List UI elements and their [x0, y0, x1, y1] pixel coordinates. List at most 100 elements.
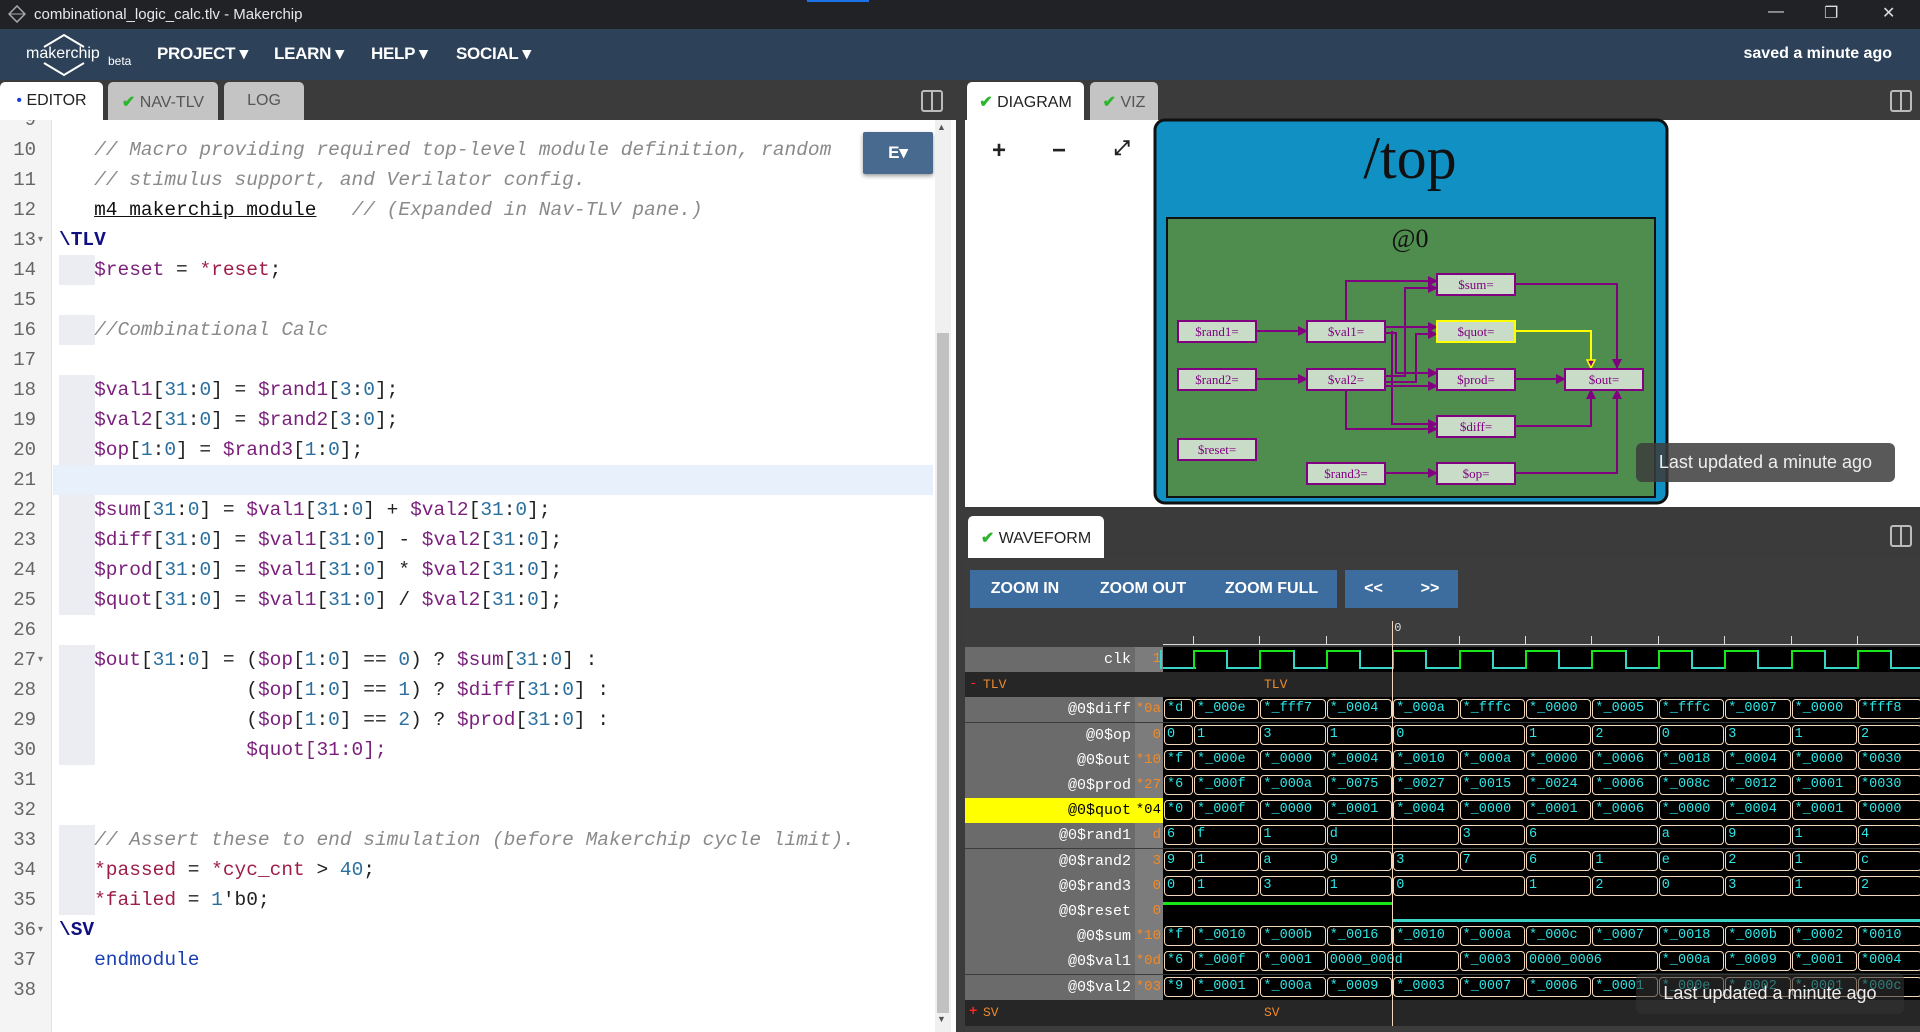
signal-cell[interactable]: *_0000: [1526, 699, 1592, 720]
code-line[interactable]: // stimulus support, and Verilator confi…: [59, 165, 585, 195]
diagram-zoom-out-button[interactable]: −: [1052, 137, 1066, 165]
code-line[interactable]: // Assert these to end simulation (befor…: [59, 825, 855, 855]
signal-label[interactable]: @0$sum: [965, 924, 1135, 950]
signal-label[interactable]: @0$diff: [965, 697, 1135, 723]
code-line[interactable]: ($op[1:0] == 2) ? $prod[31:0] :: [59, 705, 609, 735]
signal-cell[interactable]: *_0002: [1791, 926, 1857, 947]
signal-cell[interactable]: a: [1658, 825, 1725, 846]
signal-cell[interactable]: 2: [1858, 875, 1920, 896]
signal-cell[interactable]: 2: [1725, 850, 1791, 871]
signal-cell[interactable]: *_000e: [1194, 699, 1260, 720]
signal-cell[interactable]: 9: [1164, 850, 1193, 871]
signal-cell[interactable]: 2: [1592, 875, 1658, 896]
tab-nav-tlv[interactable]: ✔ NAV-TLV: [108, 82, 218, 120]
signal-cell[interactable]: c: [1858, 850, 1920, 871]
signal-cell[interactable]: *_0016: [1326, 926, 1393, 947]
code-line[interactable]: \SV: [59, 915, 94, 945]
signal-label[interactable]: @0$prod: [965, 773, 1135, 798]
scroll-right-button[interactable]: >>: [1402, 570, 1458, 608]
signal-cell[interactable]: 0000_0006: [1526, 951, 1658, 972]
signal-cell[interactable]: *_0005: [1592, 699, 1658, 720]
signal-cell[interactable]: 6: [1526, 825, 1658, 846]
signal-cell[interactable]: 3: [1393, 850, 1459, 871]
signal-cell[interactable]: *_0001: [1526, 800, 1592, 821]
signal-cell[interactable]: 0: [1658, 724, 1725, 745]
editor-mode-button[interactable]: E▾: [863, 132, 933, 174]
signal-cell[interactable]: *_0004: [1725, 800, 1791, 821]
signal-cell[interactable]: *_0012: [1725, 775, 1791, 795]
code-line[interactable]: //Combinational Calc: [59, 315, 328, 345]
fold-toggle-icon[interactable]: ▾: [38, 915, 43, 945]
signal-cell[interactable]: *_0001: [1791, 775, 1857, 795]
signal-cell[interactable]: *_000a: [1658, 951, 1725, 972]
code-line[interactable]: $diff[31:0] = $val1[31:0] - $val2[31:0];: [59, 525, 562, 555]
signal-cell[interactable]: *_0004: [1725, 749, 1791, 770]
signal-cell[interactable]: *_0000: [1459, 800, 1525, 821]
signal-cell[interactable]: 6: [1526, 850, 1592, 871]
signal-cell[interactable]: *_0000: [1260, 800, 1326, 821]
signal-label[interactable]: @0$val1: [965, 949, 1135, 975]
close-button[interactable]: ✕: [1882, 3, 1895, 23]
signal-cell[interactable]: a: [1260, 850, 1326, 871]
signal-cell[interactable]: *_0004: [1393, 800, 1459, 821]
signal-cell[interactable]: *_008c: [1658, 775, 1725, 795]
signal-cell[interactable]: *_0007: [1459, 976, 1525, 997]
signal-cell[interactable]: 1: [1526, 724, 1592, 745]
signal-label[interactable]: @0$rand3: [965, 873, 1135, 899]
signal-cell[interactable]: 1: [1326, 724, 1393, 745]
scroll-up-icon[interactable]: ▲: [937, 122, 946, 132]
signal-cell[interactable]: *_000f: [1194, 800, 1260, 821]
time-cursor[interactable]: [1392, 621, 1394, 1026]
signal-cell[interactable]: *9: [1164, 976, 1193, 997]
code-line[interactable]: $quot[31:0] = $val1[31:0] / $val2[31:0];: [59, 585, 562, 615]
signal-cell[interactable]: 3: [1725, 875, 1791, 896]
signal-label-clk[interactable]: clk: [965, 647, 1135, 672]
code-line[interactable]: endmodule: [59, 945, 199, 975]
code-line[interactable]: \TLV: [59, 225, 106, 255]
signal-cell[interactable]: *_0004: [1326, 699, 1393, 720]
signal-cell[interactable]: 1: [1791, 850, 1857, 871]
split-pane-icon[interactable]: [1890, 90, 1912, 112]
signal-label[interactable]: @0$reset: [965, 899, 1135, 924]
tab-log[interactable]: LOG: [224, 82, 304, 120]
tab-waveform[interactable]: ✔ WAVEFORM: [968, 516, 1104, 558]
code-line[interactable]: $op[1:0] = $rand3[1:0];: [59, 435, 363, 465]
signal-cell[interactable]: *_0000: [1260, 749, 1326, 770]
tab-diagram[interactable]: ✔ DIAGRAM: [967, 82, 1084, 120]
signal-cell[interactable]: *_0001: [1326, 800, 1393, 821]
signal-cell[interactable]: f: [1194, 825, 1260, 846]
signal-cell[interactable]: 3: [1459, 825, 1525, 846]
signal-cell[interactable]: *fff8: [1858, 699, 1920, 720]
signal-cell[interactable]: *f: [1164, 749, 1193, 770]
signal-label[interactable]: @0$out: [965, 747, 1135, 773]
signal-cell[interactable]: 1: [1592, 850, 1658, 871]
signal-cell[interactable]: 2: [1592, 724, 1658, 745]
signal-cell[interactable]: *_000a: [1459, 749, 1525, 770]
signal-cell[interactable]: *_0009: [1725, 951, 1791, 972]
signal-cell[interactable]: *_0006: [1592, 800, 1658, 821]
signal-cell[interactable]: *_0006: [1592, 775, 1658, 795]
signal-cell[interactable]: *_0075: [1326, 775, 1393, 795]
code-line[interactable]: *passed = *cyc_cnt > 40;: [59, 855, 375, 885]
makerchip-logo[interactable]: makerchip: [26, 33, 106, 77]
signal-cell[interactable]: *_0010: [1393, 926, 1459, 947]
nav-learn[interactable]: LEARN ▾: [274, 44, 344, 64]
signal-cell[interactable]: *0030: [1858, 749, 1920, 770]
signal-cell[interactable]: *_0001: [1791, 800, 1857, 821]
zoom-in-button[interactable]: ZOOM IN: [970, 570, 1080, 608]
signal-cell[interactable]: 0: [1393, 724, 1525, 745]
signal-cell[interactable]: 1: [1260, 825, 1326, 846]
signal-label[interactable]: @0$op: [965, 722, 1135, 748]
fold-toggle-icon[interactable]: ▾: [38, 225, 43, 255]
signal-cell[interactable]: 3: [1260, 875, 1326, 896]
signal-cell[interactable]: 4: [1858, 825, 1920, 846]
signal-cell[interactable]: *_0006: [1592, 749, 1658, 770]
signal-cell[interactable]: 1: [1791, 875, 1857, 896]
diagram-zoom-in-button[interactable]: +: [992, 137, 1006, 165]
signal-cell[interactable]: *f: [1164, 926, 1193, 947]
signal-cell[interactable]: 0: [1164, 724, 1193, 745]
signal-cell[interactable]: *0010: [1858, 926, 1920, 947]
minimize-button[interactable]: —: [1768, 3, 1784, 21]
nav-help[interactable]: HELP ▾: [371, 44, 428, 64]
signal-cell[interactable]: 1: [1194, 850, 1260, 871]
